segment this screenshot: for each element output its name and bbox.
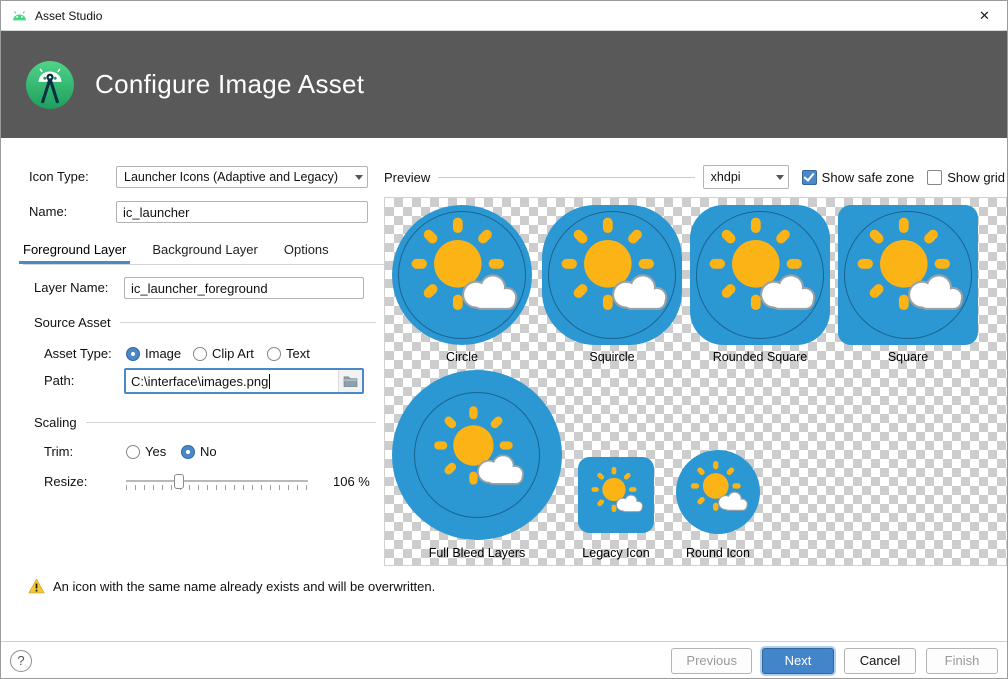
tab-background-layer[interactable]: Background Layer [152,238,258,264]
slider-track [126,480,308,482]
page-title: Configure Image Asset [95,69,364,100]
tile-label: Legacy Icon [582,546,649,560]
footer-bar: ? Previous Next Cancel Finish [1,641,1007,679]
tab-foreground-layer[interactable]: Foreground Layer [23,238,126,264]
tile-label: Rounded Square [713,350,808,364]
tile-label: Circle [446,350,478,364]
tile-label: Full Bleed Layers [429,546,526,560]
slider-ticks [126,485,308,490]
radio-selected-icon [181,445,195,459]
sun-cloud-icon [392,205,532,345]
resize-slider[interactable] [126,471,308,493]
browse-folder-button[interactable] [338,370,362,392]
preview-panel: Circle Squircle Rounded Square Square Fu… [384,197,1008,566]
window-title: Asset Studio [35,9,102,23]
radio-text[interactable]: Text [267,346,310,361]
sun-cloud-icon [838,205,978,345]
checkbox-checked-icon [802,170,817,185]
icon-type-label: Icon Type: [29,166,89,188]
preview-icon-full-bleed [392,370,562,540]
close-icon[interactable]: ✕ [962,1,1007,30]
checkbox-unchecked-icon [927,170,942,185]
tab-options[interactable]: Options [284,238,329,264]
warning-message: An icon with the same name already exist… [28,578,435,594]
preview-label: Preview [384,170,430,185]
help-button[interactable]: ? [10,650,32,672]
next-button[interactable]: Next [762,648,834,674]
radio-selected-icon [126,347,140,361]
layer-name-input[interactable] [124,277,364,299]
warning-icon [28,578,45,594]
path-value: C:\interface\images.png [126,374,268,389]
asset-type-label: Asset Type: [44,343,112,365]
icon-type-value: Launcher Icons (Adaptive and Legacy) [124,170,349,184]
radio-trim-yes[interactable]: Yes [126,444,166,459]
radio-clip-art[interactable]: Clip Art [193,346,254,361]
show-grid-checkbox[interactable]: Show grid [927,170,1005,185]
sun-cloud-icon [392,370,562,540]
cancel-button[interactable]: Cancel [844,648,916,674]
preview-icon-squircle [542,205,682,345]
tile-label: Round Icon [686,546,750,560]
android-icon [11,10,28,21]
tile-label: Square [888,350,928,364]
resize-label: Resize: [44,471,87,493]
android-studio-logo-icon [25,60,75,110]
sun-cloud-icon [578,457,654,533]
dialog-header: Configure Image Asset [1,31,1007,138]
text-caret [269,374,270,389]
preview-icon-legacy [578,457,654,533]
show-safe-zone-checkbox[interactable]: Show safe zone [802,170,915,185]
radio-unselected-icon [193,347,207,361]
preview-icon-rounded-square [690,205,830,345]
radio-trim-no[interactable]: No [181,444,217,459]
radio-unselected-icon [126,445,140,459]
path-input[interactable]: C:\interface\images.png [124,368,364,394]
source-asset-section: Source Asset [34,315,376,330]
layer-name-label: Layer Name: [34,277,108,299]
tile-label: Squircle [589,350,634,364]
resize-value: 106 % [333,471,370,493]
slider-thumb[interactable] [174,474,184,489]
radio-unselected-icon [267,347,281,361]
path-label: Path: [44,370,74,392]
title-bar: Asset Studio ✕ [1,1,1007,31]
dialog-content: Icon Type: Launcher Icons (Adaptive and … [1,138,1007,641]
preview-icon-round [676,450,760,534]
previous-button[interactable]: Previous [671,648,752,674]
sun-cloud-icon [690,205,830,345]
trim-label: Trim: [44,441,73,463]
chevron-down-icon [355,175,363,180]
sun-cloud-icon [676,450,760,534]
finish-button[interactable]: Finish [926,648,998,674]
density-value: xhdpi [711,170,770,184]
preview-icon-square [838,205,978,345]
radio-image[interactable]: Image [126,346,181,361]
folder-icon [343,375,358,387]
source-asset-label: Source Asset [34,315,111,330]
density-select[interactable]: xhdpi [703,165,789,189]
sun-cloud-icon [542,205,682,345]
name-input[interactable] [116,201,368,223]
scaling-label: Scaling [34,415,77,430]
preview-icon-circle [392,205,532,345]
icon-type-select[interactable]: Launcher Icons (Adaptive and Legacy) [116,166,368,188]
scaling-section: Scaling [34,415,376,430]
warning-text: An icon with the same name already exist… [53,579,435,594]
preview-separator [438,177,694,178]
chevron-down-icon [776,175,784,180]
name-label: Name: [29,201,67,223]
preview-header: Preview xhdpi Show safe zone Show grid [384,165,1005,189]
asset-studio-window: Asset Studio ✕ Configure Image Asset [0,0,1008,679]
